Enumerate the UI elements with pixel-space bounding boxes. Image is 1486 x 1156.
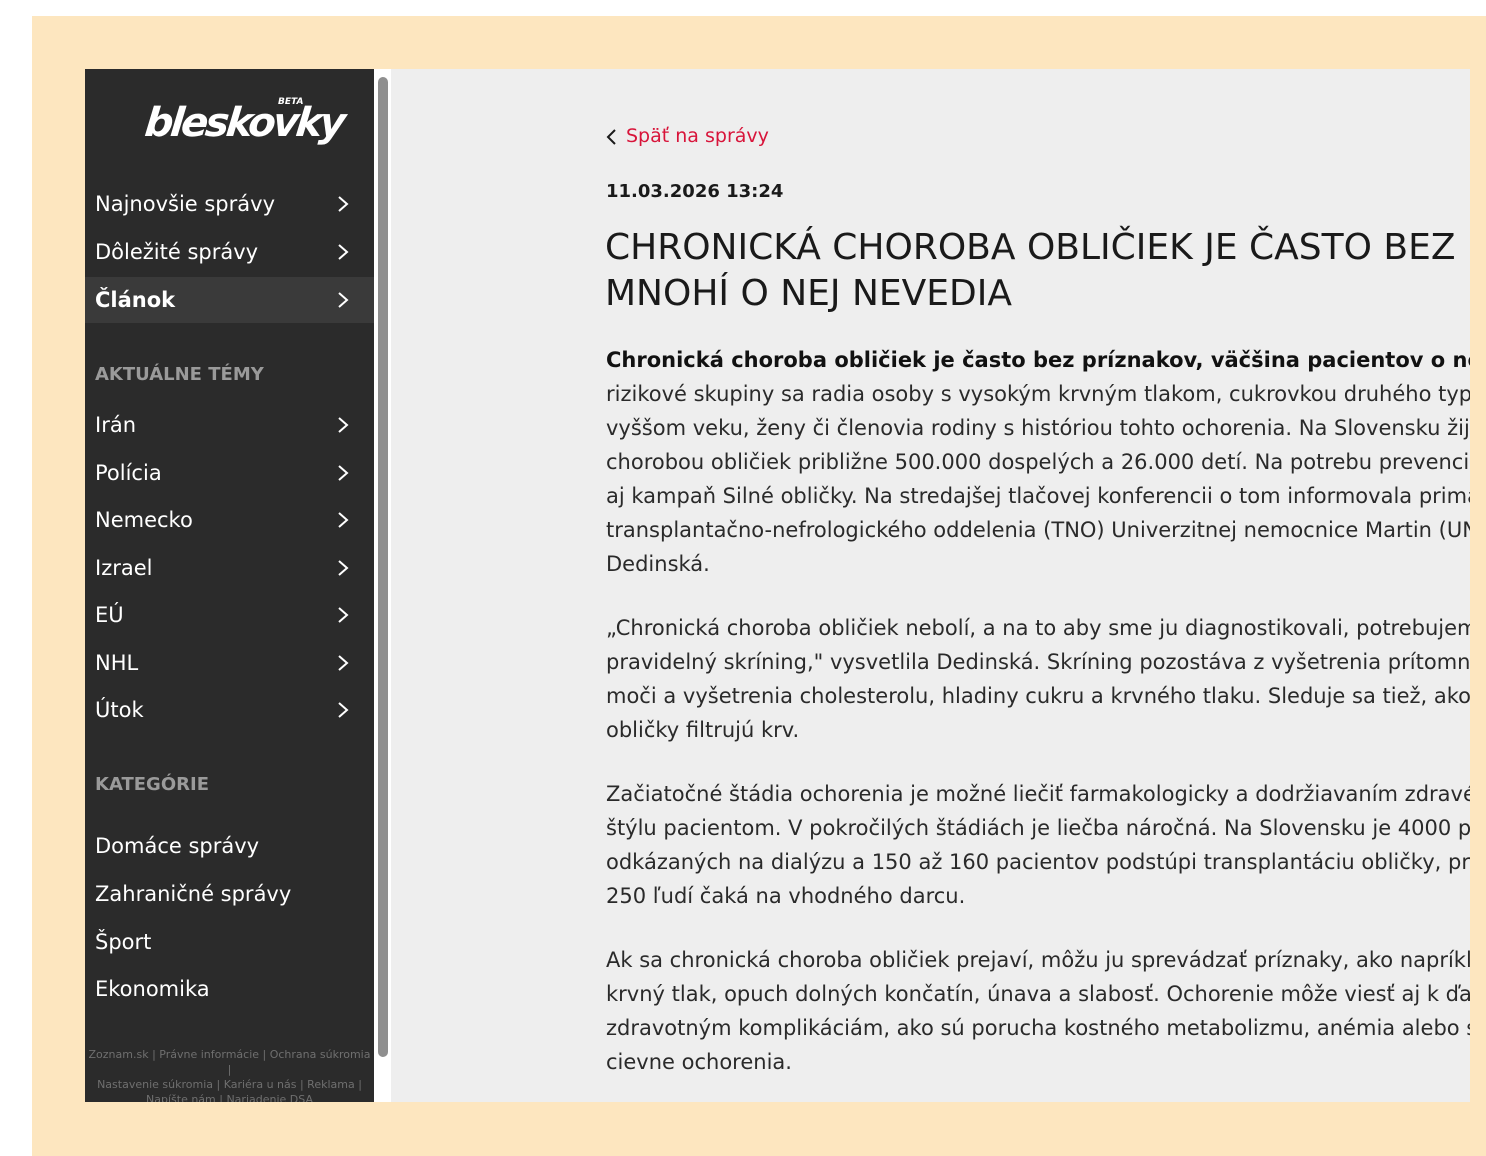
sidebar: bleskovky BETA Najnovšie správy Dôležité… [85,69,374,1102]
paragraph-line: štýlu pacientom. V pokročilých štádiách … [606,816,1470,840]
chevron-right-icon [338,560,349,576]
paragraph-line: vyššom veku, ženy či členovia rodiny s h… [606,416,1470,440]
sidebar-item-sport[interactable]: Šport [85,919,374,965]
logo-beta-badge: BETA [278,97,304,107]
sidebar-item-nhl[interactable]: NHL [85,640,374,686]
app-window: bleskovky BETA Najnovšie správy Dôležité… [85,69,1470,1102]
sidebar-item-utok[interactable]: Útok [85,687,374,733]
sidebar-item-iran[interactable]: Irán [85,402,374,448]
chevron-right-icon [338,417,349,433]
categories-heading: KATEGÓRIE [95,774,209,795]
chevron-right-icon [338,607,349,623]
chevron-right-icon [338,465,349,481]
sidebar-footer-links[interactable]: Zoznam.sk | Právne informácie | Ochrana … [85,1047,374,1102]
paragraph-line: rizikové skupiny sa radia osoby s vysoký… [606,382,1470,406]
sidebar-item-nemecko[interactable]: Nemecko [85,497,374,543]
paragraph-line: „Chronická choroba obličiek nebolí, a na… [606,616,1470,640]
lead-bold-text: Chronická choroba obličiek je často bez … [606,348,1470,372]
topics-heading: AKTUÁLNE TÉMY [95,364,264,385]
sidebar-item-eu[interactable]: EÚ [85,592,374,638]
paragraph-line: pravidelný skríning," vysvetlila Dedinsk… [606,650,1470,674]
chevron-right-icon [338,655,349,671]
sidebar-item-label: Šport [95,930,152,954]
paragraph-line: Dedinská. [606,552,710,576]
footer-line[interactable]: Napíšte nám | Nariadenie DSA [85,1092,374,1102]
article-content: Späť na správy 11.03.2026 13:24 CHRONICK… [391,69,1470,1102]
lead-first-line: Chronická choroba obličiek je často bez … [606,343,1470,377]
sidebar-item-label: Útok [95,698,144,722]
back-link-label: Späť na správy [626,125,769,147]
sidebar-item-label: Nemecko [95,508,193,532]
headline-line: CHRONICKÁ CHOROBA OBLIČIEK JE ČASTO BEZ … [605,227,1470,268]
paragraph-line: 250 ľudí čaká na vhodného darcu. [606,884,966,908]
sidebar-item-najnovsie-spravy[interactable]: Najnovšie správy [85,181,374,227]
paragraph-line: moči a vyšetrenia cholesterolu, hladiny … [606,684,1470,708]
sidebar-item-label: Článok [95,288,176,312]
sidebar-item-label: Ekonomika [95,977,210,1001]
sidebar-item-policia[interactable]: Polícia [85,450,374,496]
paragraph-line: aj kampaň Silné obličky. Na stredajšej t… [606,484,1470,508]
sidebar-item-label: Polícia [95,461,162,485]
chevron-right-icon [338,702,349,718]
headline-line: MNOHÍ O NEJ NEVEDIA [605,273,1012,314]
chevron-right-icon [338,196,349,212]
paragraph-line: Začiatočné štádia ochorenia je možné lie… [606,782,1470,806]
chevron-right-icon [338,512,349,528]
chevron-right-icon [338,244,349,260]
article-paragraph-2: „Chronická choroba obličiek nebolí, a na… [606,611,1470,747]
sidebar-item-label: Domáce správy [95,834,260,858]
paragraph-line: zdravotným komplikáciám, ako sú porucha … [606,1016,1470,1040]
chevron-right-icon [338,292,349,308]
sidebar-item-label: Najnovšie správy [95,192,275,216]
article-datetime: 11.03.2026 13:24 [606,181,784,202]
article-paragraph-4: Ak sa chronická choroba obličiek prejaví… [606,943,1470,1079]
sidebar-item-ekonomika[interactable]: Ekonomika [85,966,374,1012]
article-paragraph-lead: Chronická choroba obličiek je často bez … [606,343,1470,581]
sidebar-item-izrael[interactable]: Izrael [85,545,374,591]
sidebar-item-clanok[interactable]: Článok [85,277,374,323]
sidebar-item-zahranicne-spravy[interactable]: Zahraničné správy [85,871,374,917]
sidebar-item-label: Dôležité správy [95,240,259,264]
footer-line[interactable]: Nastavenie súkromia | Kariéra u nás | Re… [85,1077,374,1092]
sidebar-scrollbar-thumb[interactable] [378,77,388,1057]
sidebar-item-domace-spravy[interactable]: Domáce správy [85,823,374,869]
sidebar-item-label: Irán [95,413,137,437]
paragraph-line: cievne ochorenia. [606,1050,792,1074]
paragraph-line: odkázaných na dialýzu a 150 až 160 pacie… [606,850,1470,874]
chevron-left-icon [606,129,616,145]
paragraph-line: Ak sa chronická choroba obličiek prejaví… [606,948,1470,972]
article-headline: CHRONICKÁ CHOROBA OBLIČIEK JE ČASTO BEZ … [605,225,1470,317]
logo[interactable]: bleskovky BETA [143,97,346,149]
sidebar-item-label: Zahraničné správy [95,882,292,906]
logo-wordmark: bleskovky [142,100,346,146]
sidebar-item-label: Izrael [95,556,153,580]
footer-line[interactable]: Zoznam.sk | Právne informácie | Ochrana … [85,1047,374,1077]
paragraph-line: transplantačno-nefrologického oddelenia … [606,518,1470,542]
paragraph-line: krvný tlak, opuch dolných končatín, únav… [606,982,1470,1006]
article-paragraph-3: Začiatočné štádia ochorenia je možné lie… [606,777,1470,913]
sidebar-item-label: EÚ [95,603,124,627]
paragraph-line: chorobou obličiek približne 500.000 dosp… [606,450,1470,474]
sidebar-item-dolezite-spravy[interactable]: Dôležité správy [85,229,374,275]
paragraph-line: obličky filtrujú krv. [606,718,800,742]
sidebar-item-label: NHL [95,651,139,675]
